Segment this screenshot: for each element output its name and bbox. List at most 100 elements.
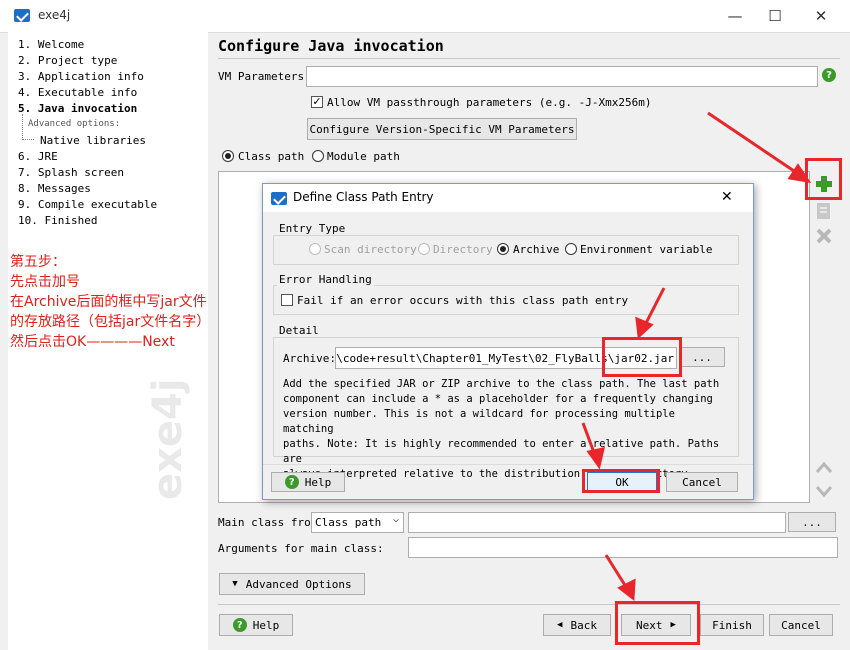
remove-entry-button[interactable] xyxy=(813,225,835,247)
exe4j-app-icon xyxy=(271,192,287,205)
arrow-up-icon xyxy=(815,461,833,473)
module-path-radio[interactable] xyxy=(312,150,324,162)
step-native-libraries[interactable]: Native libraries xyxy=(40,134,146,147)
class-path-radio-label: Class path xyxy=(238,150,305,163)
window-title: exe4j xyxy=(38,8,71,22)
allow-passthrough-label: Allow VM passthrough parameters (e.g. -J… xyxy=(327,96,652,109)
help-icon: ? xyxy=(232,618,247,632)
allow-passthrough-checkbox[interactable]: ✓ xyxy=(311,96,323,108)
annotation-line: 第五步： xyxy=(10,254,66,270)
tree-connector xyxy=(22,114,23,140)
back-button-label: Back xyxy=(570,618,597,632)
maximize-button[interactable]: ☐ xyxy=(752,0,798,32)
arguments-label: Arguments for main class: xyxy=(218,542,384,555)
help-button-label: Help xyxy=(252,618,280,632)
step-project-type[interactable]: 2. Project type xyxy=(18,54,117,67)
step-finished[interactable]: 10. Finished xyxy=(18,214,97,227)
entry-type-label: Entry Type xyxy=(277,222,348,235)
back-button[interactable]: ◀ Back xyxy=(543,614,611,636)
archive-description: Add the specified JAR or ZIP archive to … xyxy=(283,377,723,482)
arrow-down-icon xyxy=(815,486,833,498)
annotation-line: 的存放路径（包括jar文件名字） xyxy=(10,314,211,330)
annotation-line: 在Archive后面的框中写jar文件 xyxy=(10,294,207,310)
ok-highlight-box xyxy=(582,469,660,493)
environment-variable-radio[interactable] xyxy=(565,243,577,255)
next-highlight-box xyxy=(615,601,700,645)
vm-parameters-label: VM Parameters: xyxy=(218,70,311,83)
tree-connector-branch xyxy=(22,139,34,140)
scan-directory-radio[interactable] xyxy=(309,243,321,255)
archive-radio-label: Archive xyxy=(513,243,560,256)
step-messages[interactable]: 8. Messages xyxy=(18,182,91,195)
edit-icon xyxy=(817,203,830,219)
main-class-from-label: Main class from xyxy=(218,516,318,529)
cancel-button[interactable]: Cancel xyxy=(769,614,833,636)
module-path-radio-label: Module path xyxy=(327,150,400,163)
error-handling-label: Error Handling xyxy=(277,273,374,286)
edit-entry-button[interactable] xyxy=(813,200,835,222)
main-class-source-select[interactable]: Class path ⌵ xyxy=(311,512,404,533)
step-welcome[interactable]: 1. Welcome xyxy=(18,38,84,51)
annotation-line: 然后点击OK————Next xyxy=(10,334,175,350)
finish-button[interactable]: Finish xyxy=(700,614,764,636)
detail-label: Detail xyxy=(277,324,321,337)
title-divider xyxy=(218,58,840,59)
jar-name-highlight-box xyxy=(602,337,682,377)
window-titlebar: exe4j — ☐ ✕ xyxy=(0,0,850,33)
add-entry-button[interactable] xyxy=(813,173,835,195)
dialog-help-button[interactable]: ? Help xyxy=(271,472,345,492)
arrow-to-next xyxy=(604,554,630,591)
step-application-info[interactable]: 3. Application info xyxy=(18,70,144,83)
description-line: component can include a * as a placehold… xyxy=(283,393,713,405)
main-class-browse-button[interactable]: ... xyxy=(788,512,836,532)
move-down-button[interactable] xyxy=(813,480,835,502)
triangle-left-icon: ◀ xyxy=(557,620,563,630)
class-path-radio[interactable] xyxy=(222,150,234,162)
chevron-down-icon: ⌵ xyxy=(392,514,399,525)
step-compile-executable[interactable]: 9. Compile executable xyxy=(18,198,157,211)
dialog-close-button[interactable]: ✕ xyxy=(721,189,733,205)
arrow-head xyxy=(617,578,636,601)
environment-variable-label: Environment variable xyxy=(580,243,713,256)
archive-label: Archive: xyxy=(283,352,336,365)
description-line: version number. This is not a wildcard f… xyxy=(283,408,675,435)
page-title: Configure Java invocation xyxy=(218,37,444,55)
step-executable-info[interactable]: 4. Executable info xyxy=(18,86,137,99)
delete-icon xyxy=(816,228,832,244)
help-icon[interactable]: ? xyxy=(822,68,836,82)
triangle-down-icon: ▼ xyxy=(232,579,238,589)
dialog-footer-divider xyxy=(263,464,753,465)
move-up-button[interactable] xyxy=(813,456,835,478)
exe4j-watermark-logo: exe4j xyxy=(145,378,191,500)
fail-on-error-checkbox[interactable] xyxy=(281,294,293,306)
directory-radio[interactable] xyxy=(418,243,430,255)
dialog-cancel-button[interactable]: Cancel xyxy=(666,472,738,492)
configure-vm-parameters-button[interactable]: Configure Version-Specific VM Parameters xyxy=(307,118,577,140)
dialog-titlebar: Define Class Path Entry ✕ xyxy=(263,184,753,212)
step-splash-screen[interactable]: 7. Splash screen xyxy=(18,166,124,179)
step-java-invocation[interactable]: 5. Java invocation xyxy=(18,102,137,115)
help-icon: ? xyxy=(284,475,299,489)
advanced-options-label: Advanced options: xyxy=(28,119,121,129)
main-class-input[interactable] xyxy=(408,512,786,533)
exe4j-app-icon xyxy=(14,9,30,22)
vm-parameters-input[interactable] xyxy=(306,66,818,87)
tutorial-annotation: 第五步： 先点击加号 在Archive后面的框中写jar文件 的存放路径（包括j… xyxy=(10,252,210,352)
step-jre[interactable]: 6. JRE xyxy=(18,150,58,163)
close-button[interactable]: ✕ xyxy=(798,0,844,32)
directory-label: Directory xyxy=(433,243,493,256)
dialog-help-label: Help xyxy=(304,475,332,489)
help-button[interactable]: ? Help xyxy=(219,614,293,636)
footer-divider xyxy=(218,604,840,605)
fail-on-error-label: Fail if an error occurs with this class … xyxy=(297,294,629,307)
arguments-input[interactable] xyxy=(408,537,838,558)
archive-radio[interactable] xyxy=(497,243,509,255)
advanced-options-label: Advanced Options xyxy=(245,577,352,591)
advanced-options-button[interactable]: ▼ Advanced Options xyxy=(219,573,365,595)
dialog-title: Define Class Path Entry xyxy=(293,190,434,204)
archive-browse-button[interactable]: ... xyxy=(679,347,725,367)
main-class-source-value: Class path xyxy=(315,516,382,529)
plus-icon xyxy=(816,176,832,192)
annotation-line: 先点击加号 xyxy=(10,274,80,290)
scan-directory-label: Scan directory xyxy=(324,243,417,256)
